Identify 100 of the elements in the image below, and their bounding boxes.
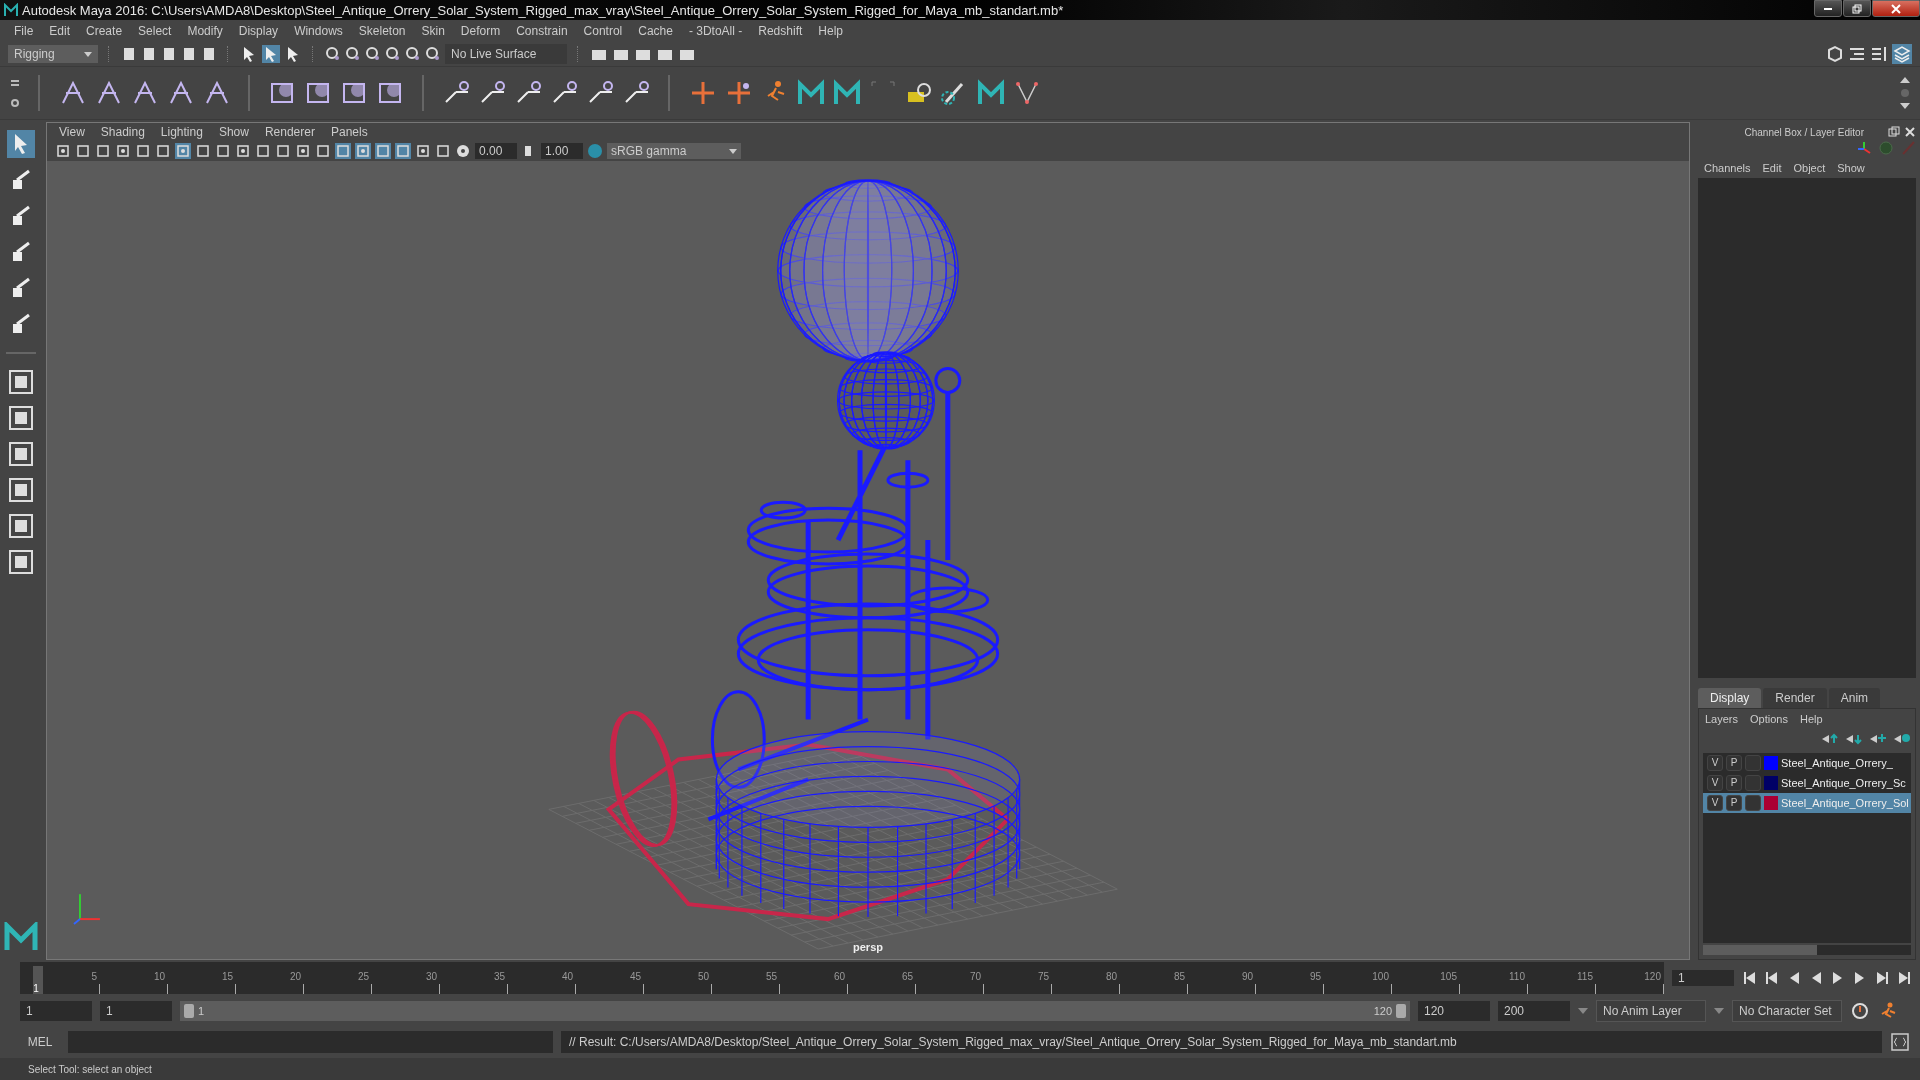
modeling-toolkit-icon[interactable] (1826, 45, 1844, 63)
playback-toggle[interactable]: P (1726, 795, 1742, 811)
go-to-start-icon[interactable] (1742, 970, 1758, 986)
menu-item[interactable]: File (6, 24, 42, 38)
panel-menu[interactable]: Layers (1699, 713, 1745, 725)
panel-menu[interactable]: Show (1831, 162, 1871, 174)
panel-menu[interactable]: Lighting (152, 125, 211, 139)
close-icon[interactable] (1904, 126, 1916, 138)
menu-item[interactable]: Select (130, 24, 180, 38)
command-language-label[interactable]: MEL (20, 1035, 60, 1049)
panel-menu[interactable]: Channels (1698, 162, 1757, 174)
layer-color-swatch[interactable] (1764, 756, 1778, 770)
float-panel-icon[interactable] (1888, 126, 1900, 138)
step-back-key-icon[interactable] (1764, 970, 1780, 986)
panel-menu[interactable]: Options (1744, 713, 1794, 725)
panel-menu[interactable]: View (51, 125, 93, 139)
frame-number: 80 (1105, 971, 1117, 982)
frame-number: 15 (221, 971, 233, 982)
menu-item[interactable]: Control (575, 24, 631, 38)
attribute-editor-icon[interactable] (1848, 45, 1866, 63)
layer-tab[interactable]: Render (1763, 688, 1827, 708)
anim-layer-dropdown[interactable]: No Anim Layer (1596, 1000, 1706, 1022)
go-to-end-icon[interactable] (1896, 970, 1912, 986)
color-space-dropdown[interactable]: sRGB gamma (607, 143, 741, 159)
gamma-field[interactable]: 1.00 (541, 143, 583, 159)
menu-item[interactable]: Skin (413, 24, 453, 38)
layer-name: Steel_Antique_Orrery_ (1781, 757, 1893, 769)
channel-box-icon[interactable] (1892, 44, 1912, 64)
visibility-toggle[interactable]: V (1707, 775, 1723, 791)
layer-tab[interactable]: Anim (1828, 688, 1881, 708)
playback-toggle[interactable]: P (1726, 755, 1742, 771)
layer-row[interactable]: V P Steel_Antique_Orrery_ (1703, 753, 1911, 773)
menu-item[interactable]: Edit (41, 24, 79, 38)
step-forward-key-icon[interactable] (1874, 970, 1890, 986)
menu-item[interactable]: Redshift (750, 24, 811, 38)
frame-number: 30 (425, 971, 437, 982)
menu-item[interactable]: - 3DtoAll - (680, 24, 751, 38)
color-management-icon[interactable] (587, 143, 603, 159)
move-layer-up-icon[interactable] (1821, 733, 1839, 745)
command-input[interactable] (68, 1031, 553, 1053)
minimize-icon (1824, 7, 1832, 10)
new-layer-selected-icon[interactable] (1893, 733, 1911, 745)
display-type-toggle[interactable] (1745, 755, 1761, 771)
live-surface-field[interactable]: No Live Surface (445, 44, 567, 64)
move-layer-down-icon[interactable] (1845, 733, 1863, 745)
maya-logo-icon (4, 922, 38, 952)
layer-color-swatch[interactable] (1764, 776, 1778, 790)
tool-settings-icon[interactable] (1870, 45, 1888, 63)
menu-item[interactable]: Help (810, 24, 851, 38)
horizontal-scrollbar[interactable] (1703, 945, 1911, 955)
restore-button[interactable] (1843, 0, 1871, 17)
panel-menu[interactable]: Panels (322, 125, 376, 139)
playback-end-field[interactable]: 120 (1418, 1001, 1490, 1021)
frame-number: 90 (1241, 971, 1253, 982)
frame-number: 40 (561, 971, 573, 982)
menu-item[interactable]: Deform (452, 24, 509, 38)
new-layer-icon[interactable] (1869, 733, 1887, 745)
current-frame-marker[interactable]: 1 (33, 966, 44, 994)
menu-item[interactable]: Windows (286, 24, 351, 38)
menu-item[interactable]: Display (230, 24, 287, 38)
panel-menu[interactable]: Show (210, 125, 257, 139)
display-type-toggle[interactable] (1745, 775, 1761, 791)
close-button[interactable] (1872, 0, 1920, 17)
start-time-field[interactable]: 1 (20, 1001, 92, 1021)
menu-item[interactable]: Create (78, 24, 131, 38)
panel-menu[interactable]: Shading (92, 125, 153, 139)
frame-number: 10 (153, 971, 165, 982)
exposure-field[interactable]: 0.00 (475, 143, 517, 159)
layer-name: Steel_Antique_Orrery_Sc (1781, 777, 1906, 789)
frame-number: 115 (1577, 971, 1593, 982)
layer-row[interactable]: V P Steel_Antique_Orrery_Sol (1703, 793, 1911, 813)
range-slider[interactable]: 1 120 (180, 1001, 1410, 1021)
script-editor-icon[interactable] (1890, 1032, 1910, 1052)
menu-item[interactable]: Skeleton (350, 24, 414, 38)
menu-item[interactable]: Constrain (508, 24, 576, 38)
mode-dropdown[interactable]: Rigging (8, 45, 98, 63)
layer-row[interactable]: V P Steel_Antique_Orrery_Sc (1703, 773, 1911, 793)
aperture-icon[interactable] (455, 143, 471, 159)
range-end-handle[interactable] (1396, 1004, 1406, 1018)
playback-toggle[interactable]: P (1726, 775, 1742, 791)
visibility-toggle[interactable]: V (1707, 795, 1723, 811)
playback-start-field[interactable]: 1 (100, 1001, 172, 1021)
layer-tab[interactable]: Display (1698, 688, 1762, 708)
layer-color-swatch[interactable] (1764, 796, 1778, 810)
menu-item[interactable]: Cache (630, 24, 681, 38)
current-frame-field[interactable]: 1 (1672, 970, 1734, 986)
display-type-toggle[interactable] (1745, 795, 1761, 811)
panel-menu[interactable]: Renderer (256, 125, 323, 139)
panel-menu[interactable]: Edit (1756, 162, 1788, 174)
auto-key-icon[interactable] (1850, 1001, 1870, 1021)
minimize-button[interactable] (1814, 0, 1842, 17)
character-set-dropdown[interactable]: No Character Set (1732, 1000, 1842, 1022)
range-start-handle[interactable] (184, 1004, 194, 1018)
frame-number: 110 (1509, 971, 1525, 982)
menu-item[interactable]: Modify (179, 24, 231, 38)
visibility-toggle[interactable]: V (1707, 755, 1723, 771)
time-slider[interactable]: 1 5 10 15 20 25 30 35 40 45 50 55 60 65 70 75 80 85 90 95 100 105 110 115 120 (20, 962, 1664, 994)
panel-menu[interactable]: Object (1787, 162, 1832, 174)
panel-menu[interactable]: Help (1793, 713, 1829, 725)
end-time-field[interactable]: 200 (1498, 1001, 1570, 1021)
